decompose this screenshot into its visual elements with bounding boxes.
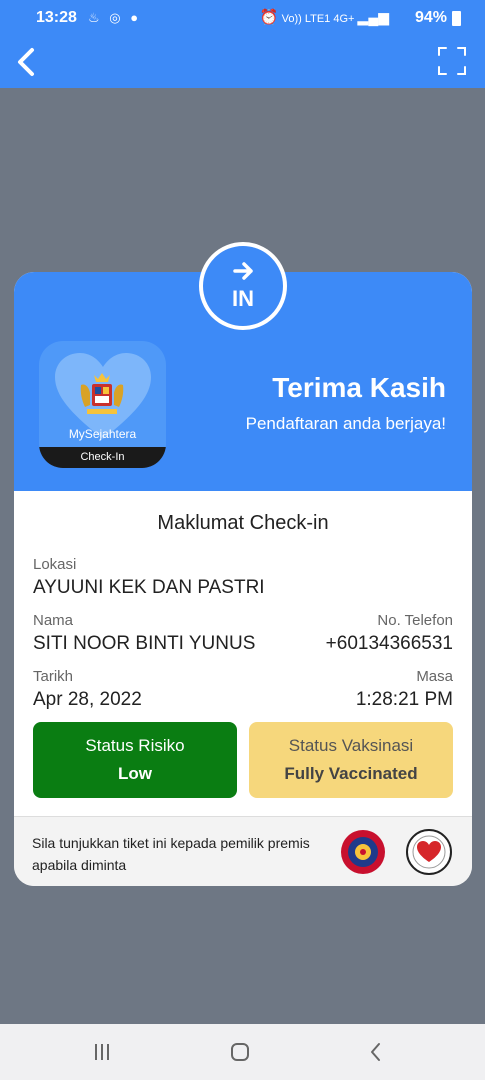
date-label: Tarikh [33, 668, 74, 685]
mysejahtera-logo: MySejahtera Check-In [39, 341, 166, 468]
risk-status-value: Low [118, 764, 152, 783]
system-navigation-bar [0, 1024, 485, 1080]
checkin-card: MySejahtera Check-In Terima Kasih Pendaf… [14, 242, 472, 886]
alarm-icon: ⏰ [259, 9, 279, 26]
phone-value: +60134366531 [325, 633, 453, 654]
date-value: Apr 28, 2022 [33, 689, 142, 710]
agency-seal-icon [341, 830, 385, 874]
whatsapp-icon: ◎ [109, 10, 124, 25]
name-label: Nama [33, 612, 74, 629]
app-bar [0, 38, 485, 88]
location-value: AYUUNI KEK DAN PASTRI [33, 577, 265, 598]
logo-checkin-band: Check-In [39, 447, 166, 468]
section-title: Maklumat Check-in [157, 512, 329, 534]
risk-status-title: Status Risiko [85, 736, 185, 755]
card-footer: Sila tunjukkan tiket ini kepada pemilik … [14, 816, 472, 886]
time-label: Masa [416, 668, 453, 685]
phone-label: No. Telefon [377, 612, 453, 629]
vaccination-status-title: Status Vaksinasi [288, 736, 414, 755]
fullscreen-button[interactable] [437, 46, 467, 76]
facebook-icon: ● [130, 10, 142, 25]
time-value: 1:28:21 PM [355, 689, 453, 710]
notification-icon: ♨ [88, 10, 103, 25]
footer-instruction: Sila tunjukkan tiket ini kepada pemilik … [32, 835, 310, 873]
in-label: IN [232, 286, 254, 311]
name-value: SITI NOOR BINTI YUNUS [33, 633, 256, 654]
vaccination-status-value: Fully Vaccinated [284, 764, 418, 783]
status-time: 13:28 [36, 9, 77, 26]
arrow-right-icon [233, 262, 253, 280]
battery-icon [452, 11, 461, 26]
notification-icons: ♨ ◎ ● [88, 10, 141, 26]
recent-apps-icon [95, 1044, 109, 1060]
vaccination-status-button[interactable]: Status Vaksinasi Fully Vaccinated [249, 722, 453, 798]
home-button[interactable] [228, 1040, 252, 1064]
recent-apps-button[interactable] [90, 1040, 114, 1064]
home-icon [231, 1043, 249, 1061]
back-button[interactable] [10, 44, 46, 80]
back-arrow-icon [18, 48, 34, 76]
battery-percent: 94% [414, 9, 447, 26]
status-bar: 13:28 ♨ ◎ ● ⏰ Vo)) LTE1 4G+ ▂▄▆ 94% [0, 0, 485, 38]
risk-status-button[interactable]: Status Risiko Low [33, 722, 237, 798]
4g-icon: 4G+ [333, 13, 355, 25]
health-seal-icon [406, 829, 452, 875]
fullscreen-icon [438, 47, 466, 75]
nav-back-button[interactable] [364, 1040, 388, 1064]
success-message: Pendaftaran anda berjaya! [245, 414, 446, 433]
back-icon [371, 1043, 380, 1061]
signal-icon: ▂▄▆ [357, 9, 389, 25]
checkin-in-badge: IN [199, 242, 287, 330]
location-label: Lokasi [33, 556, 77, 573]
coat-of-arms-icon [80, 373, 124, 414]
thank-you-heading: Terima Kasih [272, 372, 446, 403]
logo-app-name: MySejahtera [68, 427, 137, 441]
system-icons: ⏰ Vo)) LTE1 4G+ ▂▄▆ [260, 8, 389, 26]
volte-icon: Vo)) LTE1 [281, 13, 331, 25]
